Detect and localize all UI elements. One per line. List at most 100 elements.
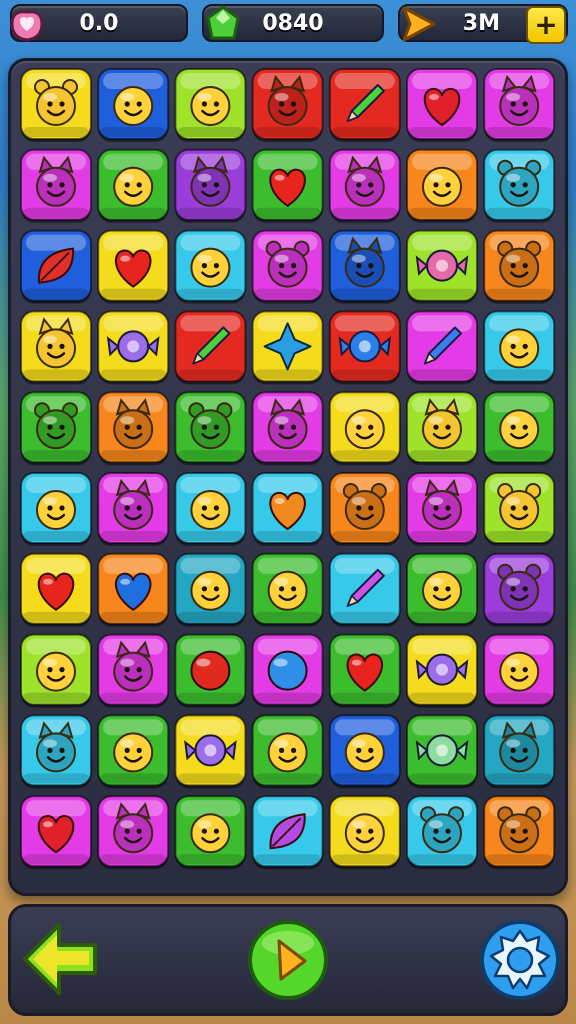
smiley-icon [422,570,462,611]
tile-green-candy[interactable] [406,714,478,789]
tile-yellow-smiley[interactable] [328,795,401,870]
ball-icon [190,650,231,691]
tile-cyan-smiley[interactable] [483,310,556,385]
tile-cyan-bear[interactable] [483,148,556,223]
tile-green-smiley[interactable] [251,714,324,789]
tile-magenta-smiley[interactable] [483,633,556,708]
bear-icon [497,159,542,207]
tile-lime-candy[interactable] [406,229,478,304]
tile-yellow-candy[interactable] [174,714,247,789]
ball-icon [267,650,308,691]
game-board [8,58,568,896]
tile-magenta-cat[interactable] [97,795,170,870]
tile-green-smiley[interactable] [251,552,324,627]
tile-green-ball[interactable] [174,633,247,708]
tile-orange-bear[interactable] [328,472,401,546]
smiley-icon [113,86,154,126]
plus-icon: + [534,8,558,41]
tile-yellow-heart[interactable] [20,552,92,627]
smiley-icon [422,166,462,207]
tile-cyan-leaf[interactable] [251,795,324,870]
tile-green-bear[interactable] [174,391,247,466]
lives-value: 0.0 [79,10,119,36]
smiley-icon [344,732,385,773]
tile-green-smiley[interactable] [97,148,170,223]
smiley-icon [113,732,154,773]
smiley-icon [36,490,76,530]
gem-icon [206,5,240,40]
tile-orange-bear[interactable] [483,795,556,870]
tile-purple-cat[interactable] [174,148,247,223]
tile-magenta-cat[interactable] [20,148,92,223]
tile-cyan-smiley[interactable] [174,472,247,546]
tile-purple-bear[interactable] [483,552,556,627]
smiley-icon [113,166,154,207]
tile-yellow-bear[interactable] [20,68,92,142]
bear-icon [34,402,78,450]
smiley-icon [190,813,231,854]
tile-orange-cat[interactable] [97,391,170,466]
tile-red-candy[interactable] [328,310,401,385]
play-icon[interactable] [245,917,331,1003]
tile-cyan-bear[interactable] [406,795,478,870]
back-arrow-icon[interactable] [19,917,103,1001]
tile-cyan-pencil[interactable] [328,552,401,627]
tile-blue-smiley[interactable] [97,68,170,142]
tile-magenta-cat[interactable] [483,68,556,142]
tile-yellow-star[interactable] [251,310,324,385]
tile-teal-smiley[interactable] [174,552,247,627]
tile-blue-leaf[interactable] [20,229,92,304]
tile-teal-cat[interactable] [483,714,556,789]
tile-lime-cat[interactable] [406,391,478,466]
tile-lime-bear[interactable] [483,472,556,546]
tile-green-bear[interactable] [20,391,92,466]
tile-green-smiley[interactable] [483,391,556,466]
tile-green-heart[interactable] [251,148,324,223]
tile-magenta-ball[interactable] [251,633,324,708]
tile-yellow-heart[interactable] [97,229,170,304]
tile-green-smiley[interactable] [97,714,170,789]
tile-orange-bear[interactable] [483,229,556,304]
tile-magenta-heart[interactable] [20,795,92,870]
moves-value: 3M [462,10,500,36]
tile-magenta-pencil[interactable] [406,310,478,385]
tile-magenta-cat[interactable] [406,472,478,546]
tile-red-cat[interactable] [251,68,324,142]
tile-orange-smiley[interactable] [406,148,478,223]
tile-blue-cat[interactable] [328,229,401,304]
add-moves-button[interactable]: + [526,6,566,44]
tile-green-heart[interactable] [328,633,401,708]
smiley-icon [267,732,308,773]
tile-cyan-cat[interactable] [20,714,92,789]
tile-cyan-smiley[interactable] [174,229,247,304]
tile-lime-smiley[interactable] [20,633,92,708]
smiley-icon [190,247,231,288]
tile-magenta-cat[interactable] [97,472,170,546]
tile-lime-smiley[interactable] [174,68,247,142]
tile-yellow-candy[interactable] [97,310,170,385]
tile-magenta-heart[interactable] [406,68,478,142]
smiley-icon [267,570,308,611]
settings-gear-icon[interactable] [477,917,563,1003]
tile-magenta-bear[interactable] [251,229,324,304]
tile-yellow-smiley[interactable] [328,391,401,466]
top-hud: 0.0 0840 3M + [0,0,576,48]
tile-red-pencil[interactable] [174,310,247,385]
tile-magenta-cat[interactable] [251,391,324,466]
tile-yellow-candy[interactable] [406,633,478,708]
heart-pouch-icon[interactable] [4,4,50,44]
tile-green-smiley[interactable] [406,552,478,627]
bear-icon [497,563,542,611]
tile-red-pencil[interactable] [328,68,401,142]
tile-orange-heart[interactable] [97,552,170,627]
tile-blue-smiley[interactable] [328,714,401,789]
smiley-icon [190,86,231,126]
tile-yellow-cat[interactable] [20,310,92,385]
tile-magenta-cat[interactable] [97,633,170,708]
tile-green-smiley[interactable] [174,795,247,870]
tile-cyan-heart[interactable] [251,472,324,546]
bear-icon [497,240,542,288]
bear-icon [497,483,542,530]
tile-cyan-smiley[interactable] [20,472,92,546]
tile-magenta-cat[interactable] [328,148,401,223]
